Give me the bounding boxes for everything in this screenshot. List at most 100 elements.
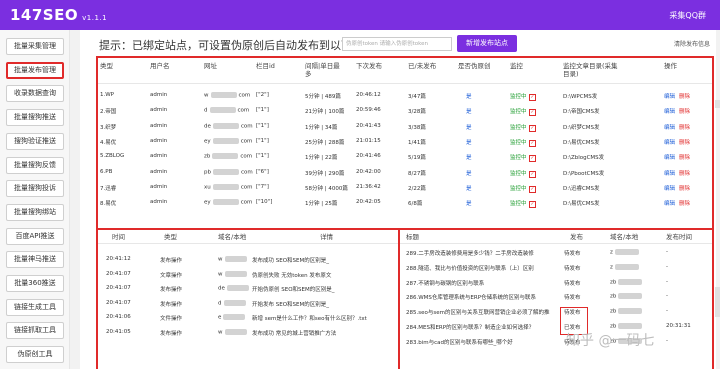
log-domain-prefix: e: [218, 314, 222, 321]
delete-link[interactable]: 删除: [679, 184, 690, 192]
site-monitor-dir: D:\帝国CMS发: [563, 109, 600, 116]
monitor-status: 监控中: [510, 109, 527, 116]
scrollbar-thumb[interactable]: [715, 100, 720, 108]
site-column-id: ["6"]: [256, 168, 269, 175]
redacted-blur: [223, 314, 246, 320]
monitor-status: 监控中: [510, 185, 527, 192]
delete-link[interactable]: 删除: [679, 169, 690, 177]
site-user: admin: [150, 168, 168, 175]
add-site-button[interactable]: 新增发布站点: [457, 35, 517, 52]
column-header: 监控: [510, 62, 523, 70]
log-domain: w: [218, 328, 249, 335]
article-title[interactable]: 289.二手房改造装修费用是多少钱？二手房改造装修: [406, 249, 556, 257]
site-column-id: ["10"]: [256, 199, 273, 206]
article-title[interactable]: 285.seo与sem的区别与关系互联网营销企业必须了解的推: [406, 308, 556, 316]
site-interval: 39分钟 | 290篇: [305, 170, 345, 177]
monitor-badge-icon[interactable]: ✓: [528, 139, 537, 147]
sites-table: 类型 用户名 网址 栏目id 间隔|单日最多 下次发布 已/未发布 是否伪原创 监控 监控文章目录…: [96, 56, 714, 248]
edit-link[interactable]: 编辑: [664, 107, 675, 115]
clear-publish-info-link[interactable]: 清除发布信息: [674, 39, 710, 48]
edit-link[interactable]: 编辑: [664, 138, 675, 146]
column-header: 监控文章目录(采集目录): [563, 62, 618, 78]
log-type: 发布操作: [160, 301, 183, 308]
log-detail: 伪原创失败 无効token 发布原文: [252, 272, 332, 279]
monitor-badge-icon[interactable]: ✓: [528, 109, 537, 117]
site-url: d com: [204, 107, 249, 114]
monitor-badge-icon[interactable]: ✓: [528, 155, 537, 163]
column-header: 发布: [570, 233, 583, 241]
sidebar-item[interactable]: 批量发布管理: [6, 61, 64, 79]
monitor-badge-icon[interactable]: ✓: [528, 124, 537, 132]
edit-link[interactable]: 编辑: [664, 169, 675, 177]
monitor-status: 监控中: [510, 155, 527, 162]
edit-link[interactable]: 编辑: [664, 184, 675, 192]
site-pseudo: 是: [466, 109, 472, 116]
delete-link[interactable]: 删除: [679, 199, 690, 207]
site-url: zb com: [204, 153, 252, 160]
log-domain: de: [218, 285, 251, 292]
redacted-blur: [224, 328, 247, 335]
sidebar-item[interactable]: 链接抓取工具: [6, 322, 64, 340]
monitor-badge-icon[interactable]: ✓: [528, 185, 537, 193]
site-monitor: 监控中 ✓: [510, 138, 537, 147]
sidebar-item[interactable]: 批量搜狗反馈: [6, 156, 64, 174]
sidebar-item[interactable]: 链接生成工具: [6, 298, 64, 316]
redacted-blur: [212, 199, 239, 206]
edit-link[interactable]: 编辑: [664, 92, 675, 100]
log-detail: 开始伪原创 SEO和SEM的区别是_: [252, 287, 335, 293]
sidebar-item[interactable]: 收录数据查询: [6, 85, 64, 103]
url-prefix: ey: [204, 138, 211, 145]
delete-link[interactable]: 删除: [679, 138, 690, 146]
sidebar-item[interactable]: 伪原创工具: [6, 346, 64, 364]
watermark: 知乎 @一码七: [566, 333, 655, 349]
article-title[interactable]: 288.隧道、我比与价值投资的区别与联系（上）区别: [406, 264, 556, 272]
delete-link[interactable]: 删除: [679, 123, 690, 131]
site-type: 1.WP: [100, 92, 115, 98]
monitor-badge-icon[interactable]: ✓: [528, 170, 537, 178]
site-monitor-dir: D:\PbootCMS发: [563, 170, 605, 177]
log-domain-prefix: w: [218, 271, 223, 277]
scrollbar-thumb-lower[interactable]: [715, 287, 720, 317]
qq-group-link[interactable]: 采集QQ群: [669, 10, 706, 21]
delete-link[interactable]: 删除: [679, 92, 690, 100]
site-next-publish: 21:01:15: [356, 137, 381, 144]
redacted-blur: [614, 249, 639, 255]
site-interval: 21分钟 | 100篇: [305, 109, 345, 116]
edit-link[interactable]: 编辑: [664, 199, 675, 207]
sidebar-item[interactable]: 批量360推送: [6, 275, 64, 292]
edit-link[interactable]: 编辑: [664, 123, 675, 131]
log-domain-prefix: w: [218, 256, 223, 263]
article-title[interactable]: 284.MES和ERP的区别与联系？制造企业如何选择？: [406, 323, 556, 331]
sidebar-item[interactable]: 批量搜狗投诉: [6, 180, 64, 198]
article-title[interactable]: 286.WMS仓库管理系统与ERP仓储系统的区别与联系: [406, 293, 556, 301]
redacted-blur: [618, 323, 643, 329]
column-header: 间隔|单日最多: [305, 62, 340, 78]
site-count: 3/28篇: [408, 109, 426, 116]
site-monitor-dir: D:\迅睿CMS发: [563, 185, 600, 192]
redacted-blur: [212, 153, 239, 160]
delete-link[interactable]: 删除: [679, 153, 690, 161]
app-name: 147SEO: [10, 6, 79, 24]
sidebar-item[interactable]: 批量采集管理: [6, 38, 64, 55]
site-pseudo: 是: [466, 201, 472, 208]
main-panel: 提示：已绑定站点，可设置伪原创后自动发布到以下站点 伪原创token 请输入伪原…: [80, 30, 716, 369]
sidebar-item[interactable]: 批量搜狗绑站: [6, 203, 64, 221]
article-domain-prefix: z: [610, 249, 613, 256]
monitor-badge-icon[interactable]: ✓: [528, 201, 537, 209]
site-count: 3/47篇: [408, 94, 426, 100]
site-type: 2.帝国: [100, 109, 117, 116]
sidebar-item[interactable]: 搜狗验证推送: [6, 132, 64, 150]
site-count: 8/27篇: [408, 170, 426, 177]
url-suffix: com: [240, 153, 253, 160]
token-input[interactable]: 伪原创token 请输入伪原创token: [342, 37, 452, 51]
site-monitor: 监控中 ✓: [510, 199, 537, 209]
article-title[interactable]: 283.bim与cad的区别与联系有哪些_哪个好: [406, 338, 556, 346]
delete-link[interactable]: 删除: [679, 107, 690, 115]
sidebar-item[interactable]: 百度API推送: [6, 227, 64, 245]
sidebar-item[interactable]: 批量搜狗推送: [6, 109, 64, 127]
monitor-badge-icon[interactable]: ✓: [528, 94, 537, 101]
sidebar-item[interactable]: 批量神马推送: [6, 251, 64, 269]
site-interval: 25分钟 | 288篇: [305, 139, 345, 146]
article-title[interactable]: 287.不锈钢与碳钢的区别与联系: [406, 279, 556, 287]
edit-link[interactable]: 编辑: [664, 153, 675, 161]
